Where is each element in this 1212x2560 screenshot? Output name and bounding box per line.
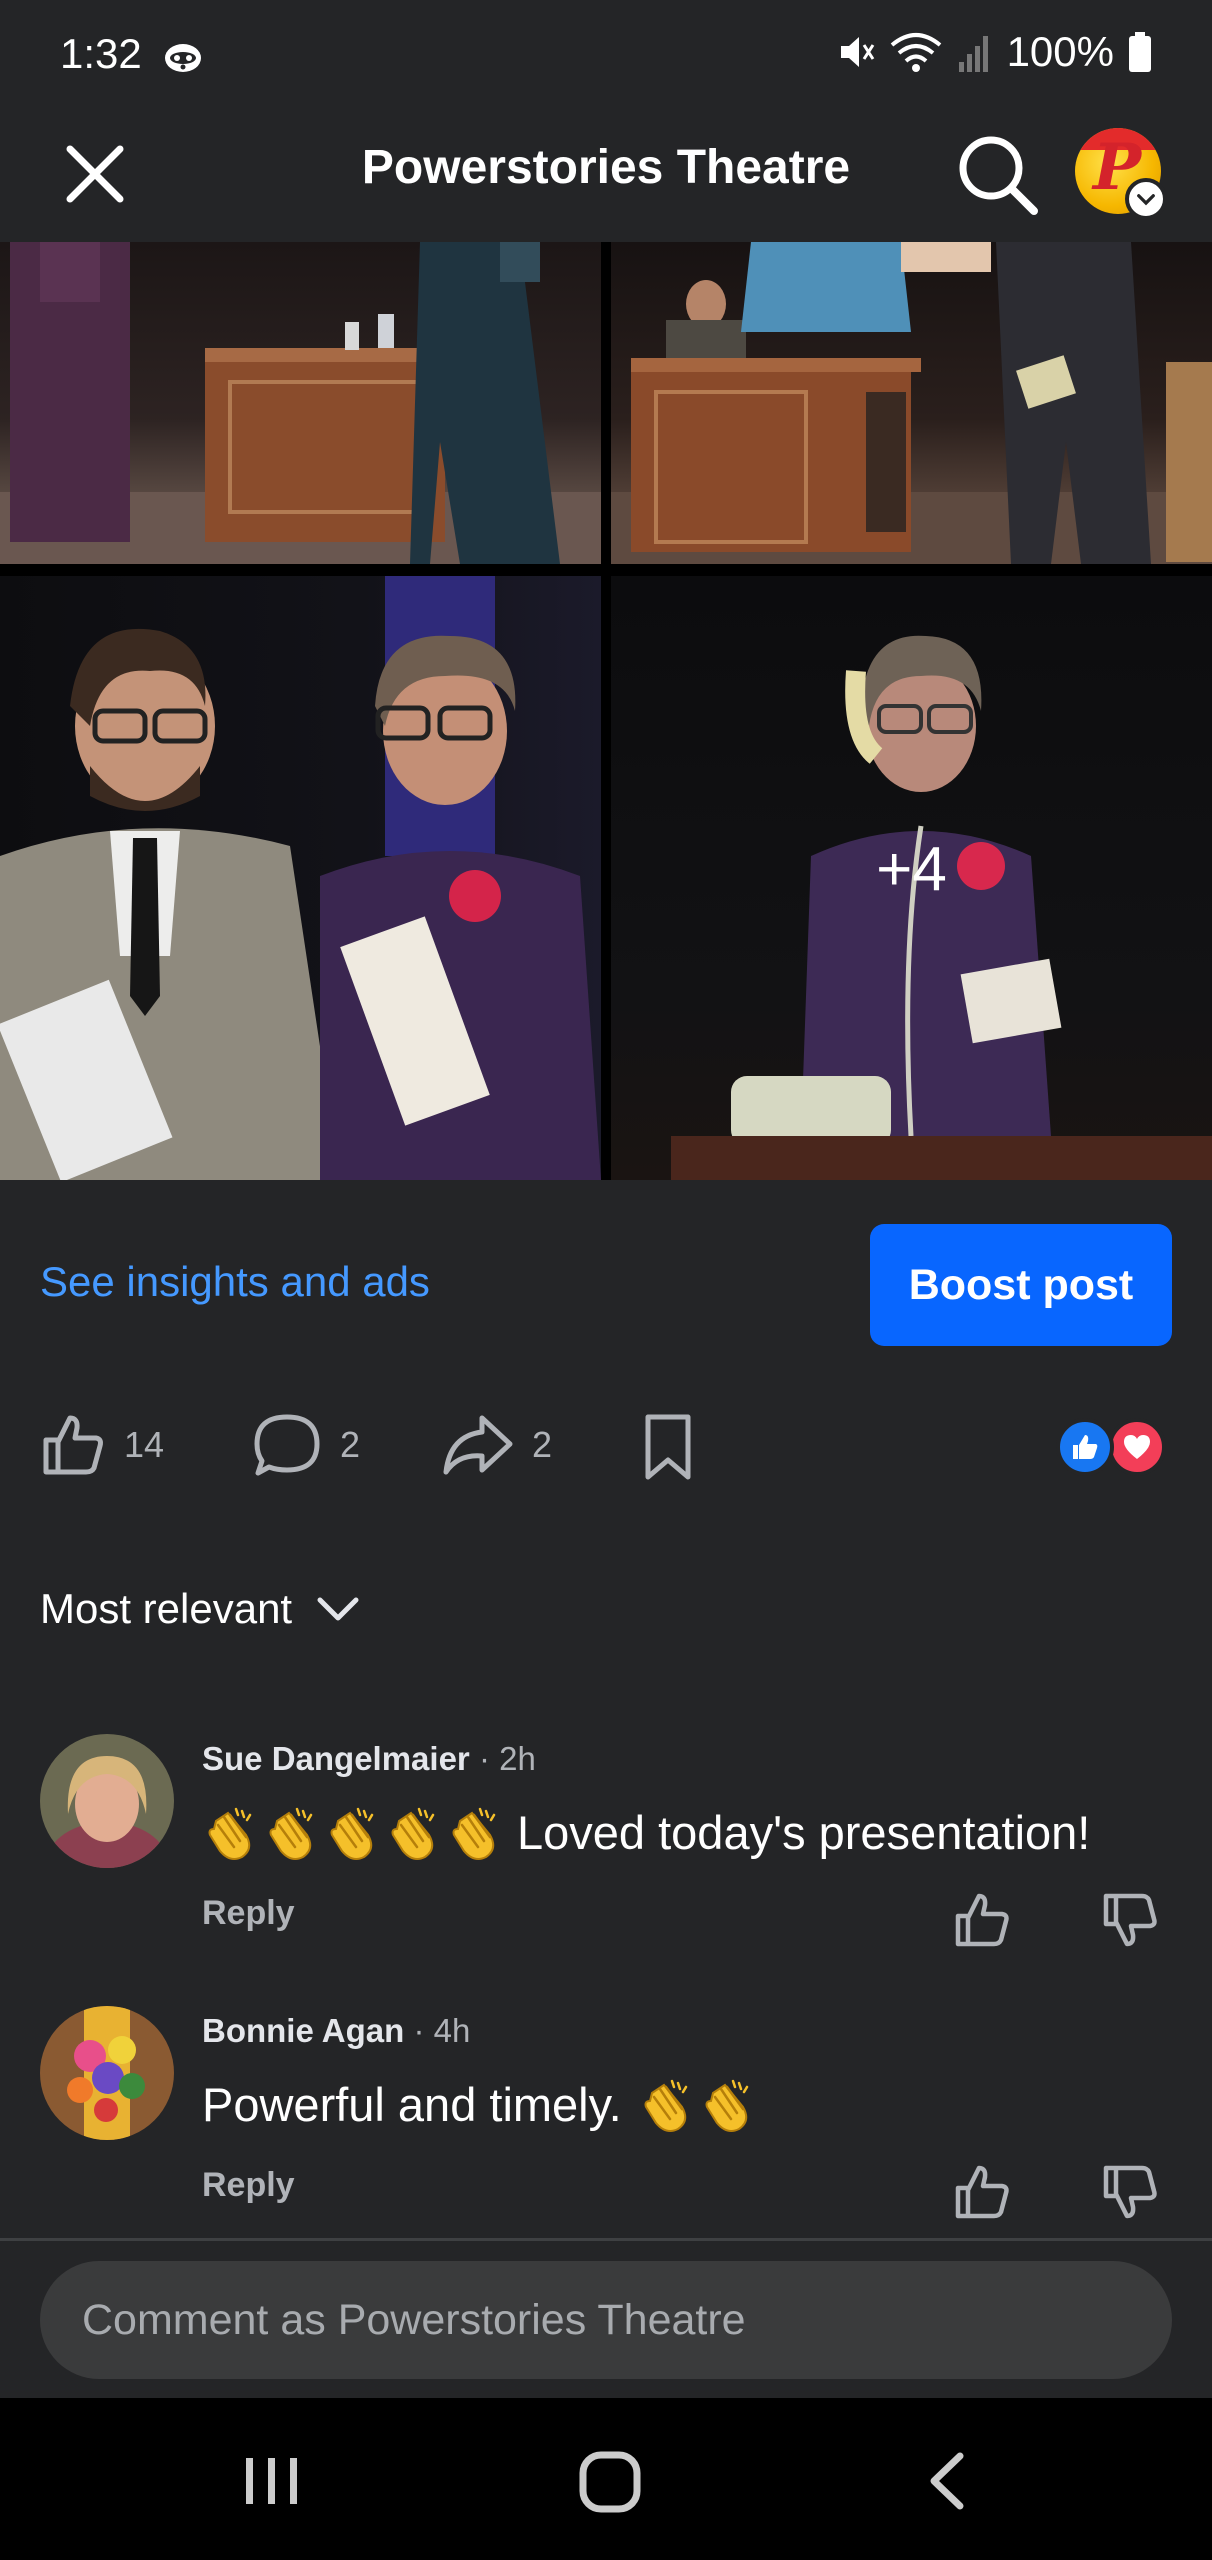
chevron-down-icon[interactable]: [1125, 178, 1167, 220]
comment-body: Powerful and timely.: [202, 2077, 622, 2131]
comment-composer: Comment as Powerstories Theatre: [0, 2238, 1212, 2398]
back-icon[interactable]: [910, 2446, 990, 2516]
post-actions-row: 14 2 2: [0, 1392, 1212, 1502]
status-indicators: 100%: [837, 28, 1152, 76]
boost-post-button[interactable]: Boost post: [870, 1224, 1172, 1346]
clap-emoji-icon: [391, 1807, 435, 1860]
actors-illustration: [0, 576, 601, 1180]
clap-emoji-group: [202, 1802, 507, 1863]
clap-emoji-icon: [705, 2079, 748, 2132]
search-icon[interactable]: [955, 132, 1039, 216]
wifi-icon: [890, 33, 941, 72]
reactions-summary[interactable]: [1056, 1418, 1166, 1476]
photo-stage-desk-right[interactable]: [611, 242, 1212, 564]
like-reaction-icon: [1056, 1418, 1114, 1476]
comment-author[interactable]: Sue Dangelmaier: [202, 1740, 470, 1777]
avatar[interactable]: [40, 1734, 174, 1868]
comment-count: 2: [340, 1424, 361, 1465]
raccoon-app-icon: [165, 44, 201, 72]
comment-button[interactable]: 2: [252, 1412, 360, 1478]
sort-label: Most relevant: [40, 1585, 293, 1632]
clap-emoji-icon: [644, 2079, 687, 2132]
share-count: 2: [532, 1424, 553, 1465]
share-arrow-icon: [443, 1415, 513, 1475]
like-count: 14: [124, 1424, 165, 1465]
recent-apps-icon[interactable]: [232, 2446, 312, 2516]
stage-scene-illustration: [0, 242, 601, 564]
thumbs-up-icon: [43, 1415, 103, 1475]
mute-icon: [840, 37, 874, 67]
comment-meta: Sue Dangelmaier · 2h: [202, 1740, 536, 1778]
more-photos-count[interactable]: +4: [611, 834, 1212, 905]
comment-author[interactable]: Bonnie Agan: [202, 2012, 404, 2049]
photo-grid: +4: [0, 242, 1212, 1180]
clap-emoji-icon: [269, 1807, 313, 1860]
photo-two-actors[interactable]: [0, 576, 601, 1180]
photo-stage-desk-left[interactable]: [0, 242, 601, 564]
comment-time: · 2h: [478, 1740, 536, 1777]
clap-emoji-icon: [452, 1807, 496, 1860]
thumbs-down-icon[interactable]: [1100, 1890, 1160, 1950]
stage-scene-illustration: [611, 242, 1212, 564]
comment-text: Powerful and timely.: [202, 2074, 760, 2135]
top-app-bar: Powerstories Theatre P: [0, 112, 1212, 242]
comment-text: Loved today's presentation!: [202, 1802, 1090, 1863]
save-button[interactable]: [640, 1412, 696, 1482]
thumbs-up-icon[interactable]: [952, 1890, 1012, 1950]
system-nav-bar: [0, 2398, 1212, 2560]
comment-time: · 4h: [413, 2012, 471, 2049]
insights-row: See insights and ads Boost post: [0, 1180, 1212, 1380]
thumbs-up-icon[interactable]: [952, 2162, 1012, 2222]
share-button[interactable]: 2: [442, 1412, 552, 1478]
comment-sort-dropdown[interactable]: Most relevant: [40, 1585, 360, 1633]
status-time: 1:32: [60, 30, 142, 77]
battery-icon: [1129, 32, 1151, 72]
home-icon[interactable]: [570, 2446, 650, 2516]
photo-actress-phone[interactable]: +4: [611, 576, 1212, 1180]
signal-icon: [958, 36, 988, 72]
reply-button[interactable]: Reply: [202, 1894, 295, 1933]
comment-input[interactable]: Comment as Powerstories Theatre: [40, 2261, 1172, 2379]
comment-body: Loved today's presentation!: [517, 1805, 1091, 1859]
battery-percent: 100%: [1006, 28, 1114, 75]
love-reaction-icon: [1108, 1418, 1166, 1476]
like-button[interactable]: 14: [40, 1412, 164, 1478]
comment-bubble-icon: [254, 1414, 320, 1476]
clap-emoji-icon: [208, 1807, 252, 1860]
bookmark-icon: [645, 1414, 691, 1480]
reply-button[interactable]: Reply: [202, 2166, 295, 2205]
comment-meta: Bonnie Agan · 4h: [202, 2012, 470, 2050]
see-insights-link[interactable]: See insights and ads: [40, 1258, 430, 1306]
thumbs-down-icon[interactable]: [1100, 2162, 1160, 2222]
status-bar: 1:32 100%: [0, 0, 1212, 112]
clap-emoji-group: [638, 2074, 760, 2135]
chevron-down-icon: [317, 1597, 359, 1621]
avatar[interactable]: [40, 2006, 174, 2140]
clap-emoji-icon: [330, 1807, 374, 1860]
